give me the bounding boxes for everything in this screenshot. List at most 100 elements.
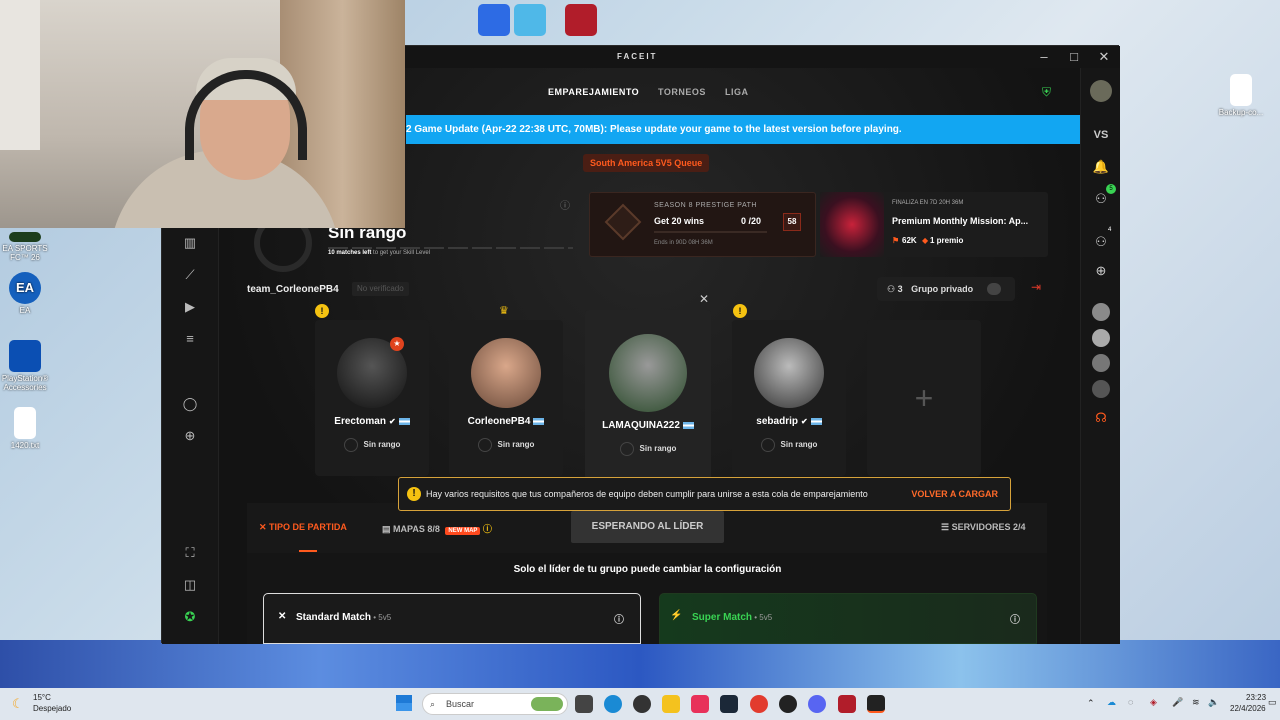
- toggle-switch[interactable]: [987, 283, 1001, 295]
- map-icon: ▤: [382, 524, 391, 534]
- desktop-icon-txt[interactable]: 1420.txt: [0, 407, 55, 450]
- info-icon[interactable]: ⓘ: [560, 197, 570, 212]
- rank-subtitle: 10 matches left to get your Skill Level: [328, 250, 431, 256]
- info-icon[interactable]: ⓘ: [1010, 611, 1020, 626]
- list-icon[interactable]: ≡: [182, 331, 198, 347]
- close-icon[interactable]: ✕: [699, 292, 709, 306]
- reload-button[interactable]: VOLVER A CARGAR: [911, 478, 998, 510]
- minimize-button[interactable]: –: [1030, 48, 1058, 66]
- mission-title: Premium Monthly Mission: Ap...: [892, 216, 1029, 226]
- info-icon[interactable]: ⓘ: [614, 611, 624, 626]
- prestige-diamond-icon: [604, 203, 642, 241]
- prestige-progress: 0 /20: [741, 216, 762, 226]
- player-name: CorleonePB4: [467, 416, 531, 427]
- tab-match-type[interactable]: ✕ TIPO DE PARTIDA: [259, 522, 347, 533]
- tab-torneos[interactable]: TORNEOS: [658, 87, 706, 97]
- vs-button[interactable]: VS: [1091, 125, 1111, 145]
- clock-date[interactable]: 22/4/2026: [1230, 704, 1266, 713]
- info-icon: ⓘ: [482, 524, 492, 534]
- private-group-toggle[interactable]: ⚇ 3 Grupo privado: [877, 277, 1015, 301]
- player-card[interactable]: CorleonePB4 Sin rango: [449, 320, 563, 476]
- add-icon[interactable]: ⊕: [182, 428, 198, 444]
- config-note: Solo el líder de tu grupo puede cambiar …: [513, 564, 782, 575]
- tab-servers[interactable]: ☰ SERVIDORES 2/4: [941, 522, 1025, 533]
- player-card[interactable]: sebadrip ✔ Sin rango: [732, 320, 846, 476]
- clock-time[interactable]: 23:23: [1246, 693, 1266, 702]
- star-icon[interactable]: ✪: [182, 609, 198, 625]
- warning-icon: !: [315, 304, 329, 318]
- standard-match-option[interactable]: ✕ Standard Match • 5v5 ⓘ: [263, 593, 641, 644]
- desktop-icon-app3[interactable]: [551, 4, 611, 38]
- mic-icon[interactable]: 🎤: [1172, 697, 1183, 708]
- 4k-icon[interactable]: [779, 695, 797, 713]
- onedrive-icon[interactable]: ☁: [1107, 697, 1116, 708]
- weather-icon: ☾: [12, 696, 24, 711]
- maximize-button[interactable]: □: [1060, 48, 1088, 66]
- player-rank: Sin rango: [780, 440, 818, 450]
- prestige-card[interactable]: SEASON 8 PRESTIGE PATH Get 20 wins 0 /20…: [589, 192, 816, 257]
- steam-icon[interactable]: [720, 695, 738, 713]
- weather-text: Despejado: [33, 704, 72, 713]
- friend-avatar[interactable]: [1092, 329, 1110, 347]
- tab-liga[interactable]: LIGA: [725, 87, 749, 97]
- chevron-up-icon[interactable]: ⌃: [1087, 698, 1095, 709]
- party-icon[interactable]: ⚇: [1091, 232, 1111, 252]
- close-window-button[interactable]: ✕: [1090, 48, 1118, 66]
- notification-icon[interactable]: ▭: [1268, 697, 1277, 708]
- leave-group-icon[interactable]: ⇥: [1031, 280, 1041, 294]
- edge-icon[interactable]: [604, 695, 622, 713]
- faceit-taskbar-icon[interactable]: [867, 695, 885, 713]
- stats-icon[interactable]: ▥: [182, 235, 198, 251]
- player-card[interactable]: LAMAQUINA222 Sin rango: [585, 310, 711, 480]
- members-count: 3: [897, 284, 903, 294]
- expand-icon[interactable]: ⛶: [182, 545, 198, 561]
- volume-icon[interactable]: 🔈: [1208, 697, 1219, 708]
- private-label: Grupo privado: [911, 284, 974, 294]
- super-match-option[interactable]: ⚡ Super Match • 5v5 ⓘ: [659, 593, 1037, 644]
- mission-image: [820, 192, 884, 257]
- headset-icon[interactable]: ☊: [1091, 408, 1111, 428]
- task-view-icon[interactable]: [575, 695, 593, 713]
- tray-icon[interactable]: ◌: [1128, 697, 1133, 707]
- desktop-icon-backup[interactable]: Backup-co...: [1211, 74, 1271, 117]
- search-bar[interactable]: ⌕ Buscar: [422, 693, 568, 715]
- tab-maps[interactable]: ▤ MAPAS 8/8 NEW MAP ⓘ: [382, 522, 492, 535]
- folder-icon[interactable]: [662, 695, 680, 713]
- tiktok-icon[interactable]: [691, 695, 709, 713]
- mission-card[interactable]: FINALIZA EN 7D 20H 36M Premium Monthly M…: [820, 192, 1048, 257]
- rank-progress: [328, 247, 573, 249]
- rank-icon: [619, 442, 634, 456]
- chart-icon[interactable]: ⟋: [182, 267, 198, 283]
- warning-text: Hay varios requisitos que tus compañeros…: [426, 489, 868, 499]
- desktop-icon-easports[interactable]: EA SPORTS FC™ 26: [0, 232, 55, 262]
- tab-emparejamiento[interactable]: EMPAREJAMIENTO: [548, 87, 639, 97]
- shield-icon[interactable]: ⛨: [1042, 85, 1051, 100]
- friend-avatar[interactable]: [1092, 380, 1110, 398]
- verification-status: No verificado: [352, 282, 409, 296]
- tray-shield-icon[interactable]: ◈: [1150, 697, 1157, 708]
- search-icon: ⌕: [430, 699, 436, 709]
- chrome-icon[interactable]: [750, 695, 768, 713]
- bell-icon[interactable]: 🔔: [1091, 157, 1111, 177]
- start-icon[interactable]: [396, 695, 412, 711]
- update-banner: 2 Game Update (Apr-22 22:38 UTC, 70MB): …: [406, 115, 1080, 144]
- player-card[interactable]: Erectoman ✔ Sin rango ★: [315, 320, 429, 476]
- add-friend-icon[interactable]: ⊕: [1091, 261, 1111, 281]
- discord-icon[interactable]: [808, 695, 826, 713]
- taskbar: ☾ 15°C Despejado ⌕ Buscar ⌃ ☁ ◌ ◈ 🎤 ≋ 🔈 …: [0, 688, 1280, 720]
- wifi-icon[interactable]: ≋: [1192, 697, 1200, 708]
- desktop-icon-playstation[interactable]: PlayStation® Accessories: [0, 340, 55, 392]
- app-icon[interactable]: [633, 695, 651, 713]
- right-sidebar: VS 🔔 ⚇ 5 ⚇ 4 ⊕ ☊: [1080, 68, 1120, 644]
- invite-player-button[interactable]: +: [867, 320, 981, 476]
- user-avatar[interactable]: [1090, 80, 1112, 102]
- shield-app-icon[interactable]: [838, 695, 856, 713]
- verified-icon: ✔: [800, 417, 808, 426]
- hub-icon[interactable]: ◯: [182, 396, 198, 412]
- desktop-icon-ea[interactable]: EA EA: [0, 272, 55, 315]
- shop-icon[interactable]: ◫: [182, 577, 198, 593]
- friend-avatar[interactable]: [1092, 354, 1110, 372]
- waiting-leader-button[interactable]: ESPERANDO AL LÍDER: [571, 511, 724, 543]
- video-icon[interactable]: ▶: [182, 299, 198, 315]
- friend-avatar[interactable]: [1092, 303, 1110, 321]
